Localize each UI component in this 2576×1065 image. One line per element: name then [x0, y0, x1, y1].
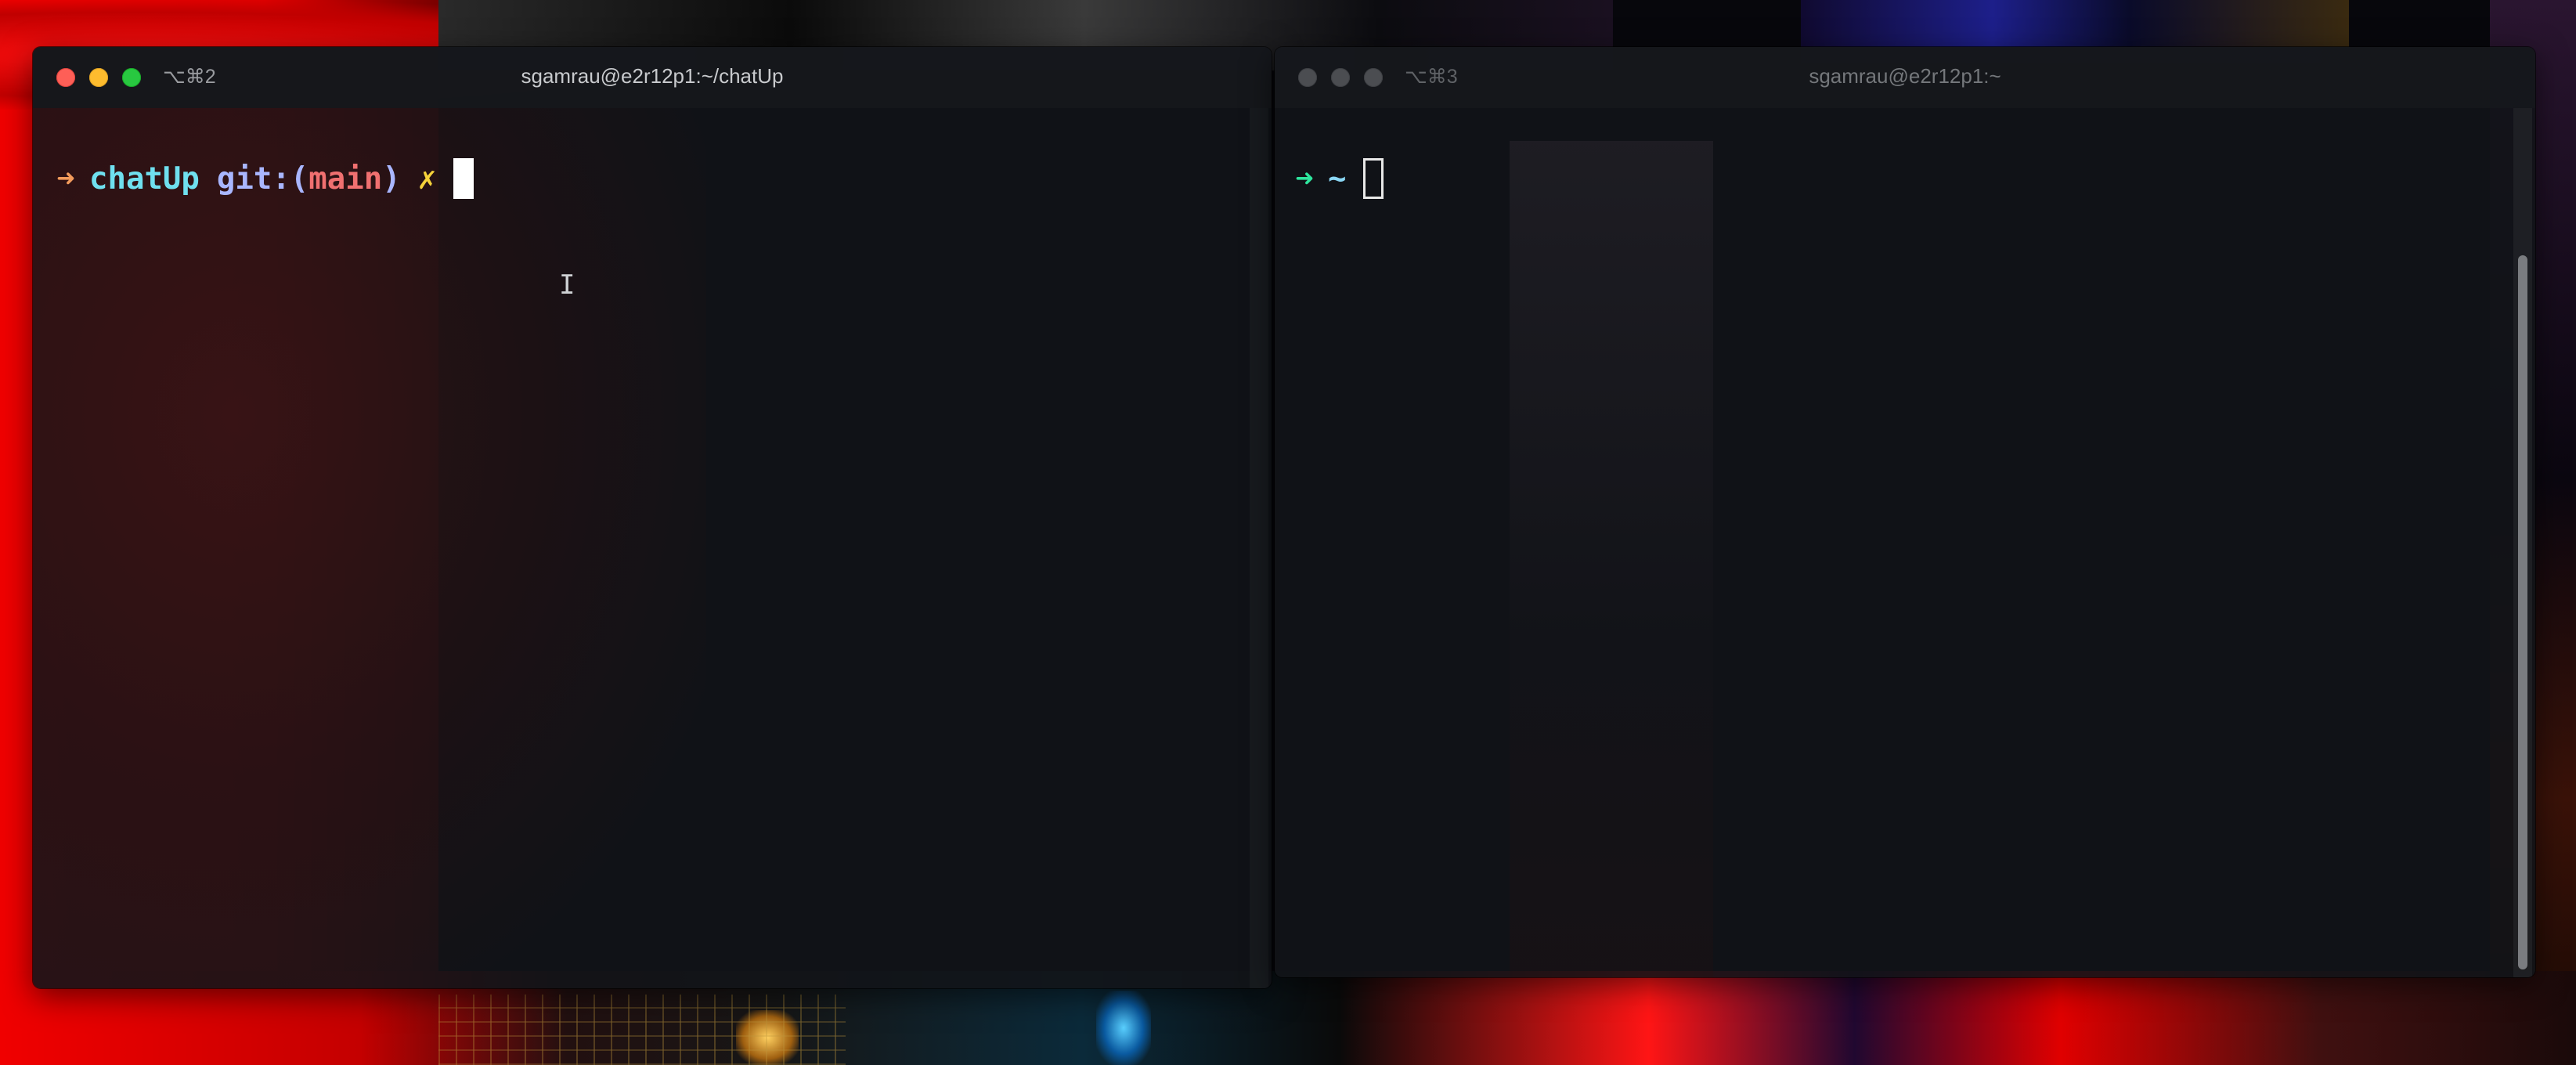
prompt-dirty-icon: ✗ — [417, 161, 437, 197]
terminal-content[interactable]: ➜ ~ — [1275, 108, 2535, 977]
scrollbar[interactable] — [2513, 108, 2532, 977]
prompt-git-branch: main — [308, 161, 383, 197]
text-cursor — [1363, 158, 1384, 199]
scrollbar-thumb[interactable] — [2518, 255, 2527, 969]
prompt-directory: chatUp — [89, 161, 200, 197]
prompt-git-label: git:( — [216, 161, 309, 197]
prompt-arrow-icon: ➜ — [56, 161, 75, 197]
prompt-directory: ~ — [1328, 161, 1347, 197]
wallpaper-shape — [438, 995, 846, 1065]
terminal-window-chatup[interactable]: ⌥⌘2 sgamrau@e2r12p1:~/chatUp ➜ chatUp gi… — [33, 47, 1272, 988]
shell-prompt: ➜ ~ — [1281, 157, 1384, 200]
shell-prompt: ➜ chatUp git:(main) ✗ — [42, 157, 474, 200]
terminal-content[interactable]: ➜ chatUp git:(main) ✗ I — [33, 108, 1272, 988]
window-title: sgamrau@e2r12p1:~ — [1809, 64, 2001, 88]
window-titlebar[interactable]: ⌥⌘3 sgamrau@e2r12p1:~ — [1275, 47, 2535, 108]
window-titlebar[interactable]: ⌥⌘2 sgamrau@e2r12p1:~/chatUp — [33, 47, 1272, 108]
prompt-arrow-icon: ➜ — [1295, 161, 1314, 197]
terminal-window-home[interactable]: ⌥⌘3 sgamrau@e2r12p1:~ ➜ ~ — [1275, 47, 2535, 977]
wallpaper-shape — [1096, 991, 1151, 1065]
prompt-git-close: ) — [382, 161, 401, 197]
ibeam-cursor-icon: I — [559, 269, 575, 301]
window-title: sgamrau@e2r12p1:~/chatUp — [521, 64, 784, 88]
scrollbar[interactable] — [1250, 108, 1268, 988]
text-cursor — [453, 158, 474, 199]
